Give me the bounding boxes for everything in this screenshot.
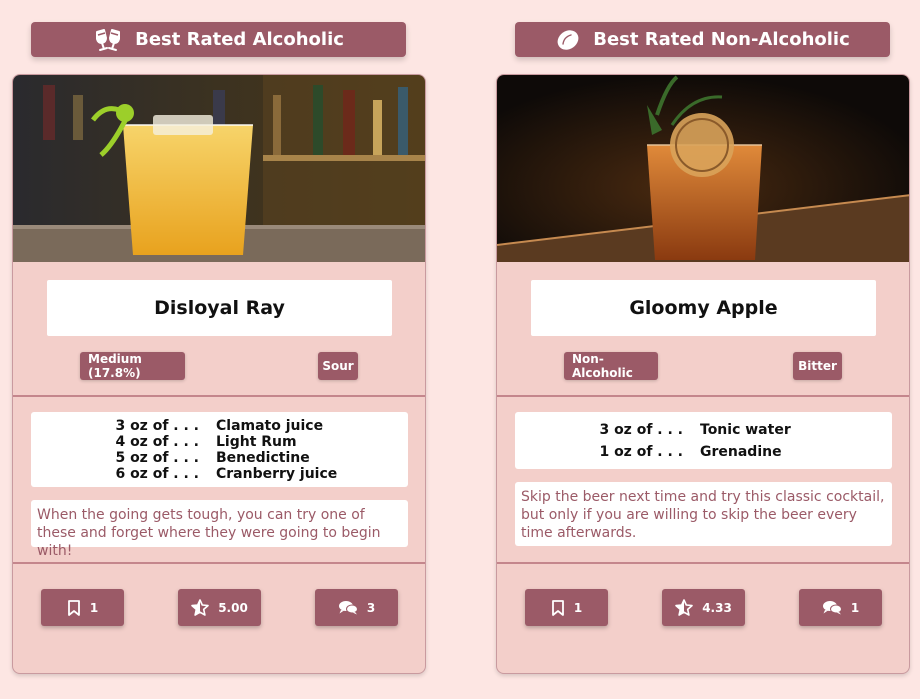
ingredient-row: 3 oz of . . . Clamato juice <box>31 418 408 434</box>
ingredient-amount: 4 oz of . . . <box>115 433 199 450</box>
champagne-glasses-icon <box>93 28 123 52</box>
ingredient-name: Light Rum <box>216 433 297 450</box>
comment-count: 1 <box>850 600 860 615</box>
ingredient-row: 5 oz of . . . Benedictine <box>31 450 408 466</box>
ingredient-amount: 6 oz of . . . <box>115 465 199 482</box>
star-half-icon <box>675 599 693 616</box>
ingredient-name: Clamato juice <box>216 417 324 434</box>
ingredient-name: Grenadine <box>700 443 782 460</box>
ingredient-row: 1 oz of . . . Grenadine <box>515 441 892 463</box>
ingredient-list: 3 oz of . . . Tonic water 1 oz of . . . … <box>515 412 892 469</box>
ingredient-amount: 5 oz of . . . <box>115 449 199 466</box>
cocktail-description: Skip the beer next time and try this cla… <box>515 482 892 546</box>
flavor-tag[interactable]: Sour <box>318 352 358 380</box>
comments-button[interactable]: 1 <box>799 589 882 626</box>
section-divider <box>13 562 425 564</box>
header-label: Best Rated Alcoholic <box>135 29 344 50</box>
cocktail-title[interactable]: Gloomy Apple <box>531 280 876 336</box>
ingredient-amount: 1 oz of . . . <box>599 443 683 460</box>
ingredient-amount: 3 oz of . . . <box>115 417 199 434</box>
bookmark-button[interactable]: 1 <box>41 589 124 626</box>
ingredient-row: 4 oz of . . . Light Rum <box>31 434 408 450</box>
best-rated-alcoholic-header[interactable]: Best Rated Alcoholic <box>31 22 406 57</box>
bookmark-count: 1 <box>573 600 583 615</box>
ingredient-amount: 3 oz of . . . <box>599 421 683 438</box>
best-rated-non-alcoholic-header[interactable]: Best Rated Non-Alcoholic <box>515 22 890 57</box>
cocktail-card: Gloomy Apple Non-Alcoholic Bitter 3 oz o… <box>496 74 910 674</box>
rating-button[interactable]: 4.33 <box>662 589 745 626</box>
star-half-icon <box>191 599 209 616</box>
bookmark-icon <box>67 599 81 616</box>
ingredient-row: 6 oz of . . . Cranberry juice <box>31 466 408 482</box>
header-label: Best Rated Non-Alcoholic <box>593 29 850 50</box>
rating-value: 4.33 <box>702 600 732 615</box>
strength-tag[interactable]: Medium (17.8%) <box>80 352 185 380</box>
comments-button[interactable]: 3 <box>315 589 398 626</box>
cocktail-card: Disloyal Ray Medium (17.8%) Sour 3 oz of… <box>12 74 426 674</box>
cocktail-photo <box>13 75 425 262</box>
comments-icon <box>822 600 842 615</box>
section-divider <box>497 395 909 397</box>
comment-count: 3 <box>366 600 376 615</box>
section-divider <box>13 395 425 397</box>
section-divider <box>497 562 909 564</box>
ingredient-name: Tonic water <box>700 421 791 438</box>
rating-button[interactable]: 5.00 <box>178 589 261 626</box>
comments-icon <box>338 600 358 615</box>
bookmark-icon <box>551 599 565 616</box>
cocktail-photo <box>497 75 909 262</box>
bookmark-count: 1 <box>89 600 99 615</box>
ingredient-list: 3 oz of . . . Clamato juice 4 oz of . . … <box>31 412 408 487</box>
strength-tag[interactable]: Non-Alcoholic <box>564 352 658 380</box>
cocktail-title[interactable]: Disloyal Ray <box>47 280 392 336</box>
bookmark-button[interactable]: 1 <box>525 589 608 626</box>
lemon-icon <box>555 28 581 52</box>
ingredient-name: Cranberry juice <box>216 465 338 482</box>
flavor-tag[interactable]: Bitter <box>793 352 842 380</box>
ingredient-row: 3 oz of . . . Tonic water <box>515 419 892 441</box>
rating-value: 5.00 <box>218 600 248 615</box>
ingredient-name: Benedictine <box>216 449 310 466</box>
cocktail-description: When the going gets tough, you can try o… <box>31 500 408 559</box>
